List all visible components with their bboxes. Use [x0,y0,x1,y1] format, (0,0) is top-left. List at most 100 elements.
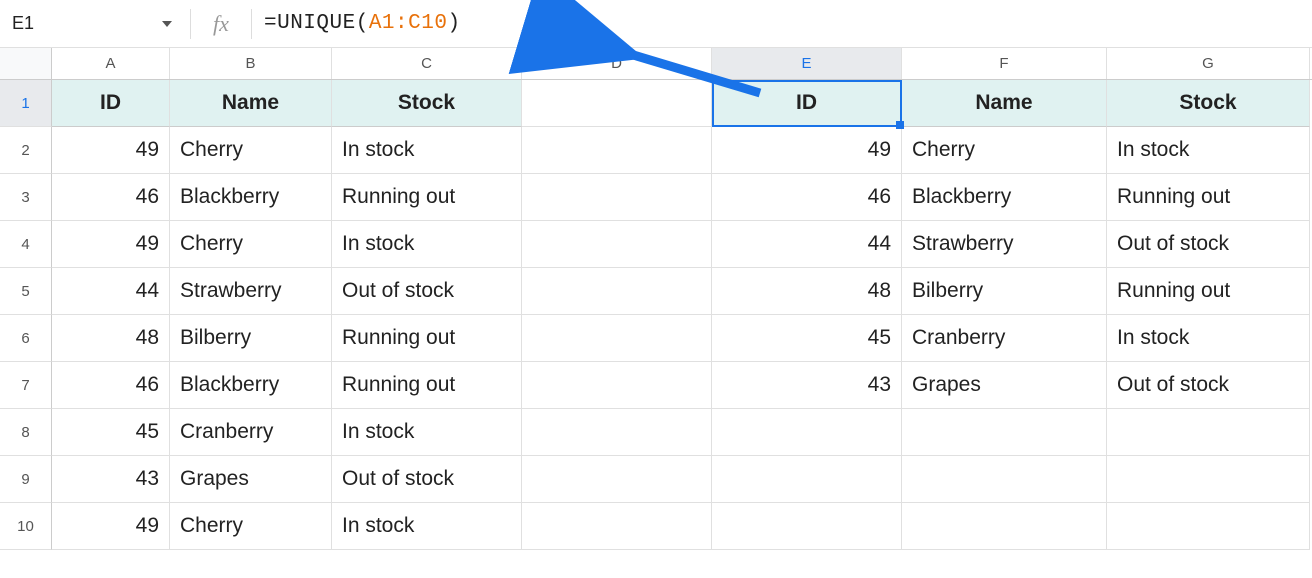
cell-G1[interactable]: Stock [1107,80,1310,127]
cell-D3[interactable] [522,174,712,221]
cell-B4[interactable]: Cherry [170,221,332,268]
cell-G9[interactable] [1107,456,1310,503]
cell-C10[interactable]: In stock [332,503,522,550]
cell-C4[interactable]: In stock [332,221,522,268]
cell-C9[interactable]: Out of stock [332,456,522,503]
row-header-4[interactable]: 4 [0,221,52,268]
cell-B10[interactable]: Cherry [170,503,332,550]
cell-G3[interactable]: Running out [1107,174,1310,221]
cell-A3[interactable]: 46 [52,174,170,221]
cell-G4[interactable]: Out of stock [1107,221,1310,268]
cell-F4[interactable]: Strawberry [902,221,1107,268]
cell-E3[interactable]: 46 [712,174,902,221]
cell-F1[interactable]: Name [902,80,1107,127]
cell-A8[interactable]: 45 [52,409,170,456]
cell-B6[interactable]: Bilberry [170,315,332,362]
cell-E10[interactable] [712,503,902,550]
cell-A9[interactable]: 43 [52,456,170,503]
cell-G5[interactable]: Running out [1107,268,1310,315]
fx-icon: fx [191,11,251,37]
cell-C1[interactable]: Stock [332,80,522,127]
cell-B9[interactable]: Grapes [170,456,332,503]
cell-A2[interactable]: 49 [52,127,170,174]
cell-D5[interactable] [522,268,712,315]
select-all-corner[interactable] [0,48,52,79]
row-header-9[interactable]: 9 [0,456,52,503]
cell-B7[interactable]: Blackberry [170,362,332,409]
cell-E1[interactable]: ID [712,80,902,127]
row-5: 5 44 Strawberry Out of stock 48 Bilberry… [0,268,1312,315]
cell-F8[interactable] [902,409,1107,456]
col-header-G[interactable]: G [1107,48,1310,79]
cell-E2[interactable]: 49 [712,127,902,174]
cell-E8[interactable] [712,409,902,456]
row-4: 4 49 Cherry In stock 44 Strawberry Out o… [0,221,1312,268]
cell-F7[interactable]: Grapes [902,362,1107,409]
col-header-D[interactable]: D [522,48,712,79]
cell-F9[interactable] [902,456,1107,503]
row-header-2[interactable]: 2 [0,127,52,174]
cell-F3[interactable]: Blackberry [902,174,1107,221]
cell-A10[interactable]: 49 [52,503,170,550]
cell-D8[interactable] [522,409,712,456]
row-header-1[interactable]: 1 [0,80,52,127]
col-header-C[interactable]: C [332,48,522,79]
cell-C5[interactable]: Out of stock [332,268,522,315]
row-10: 10 49 Cherry In stock [0,503,1312,550]
row-8: 8 45 Cranberry In stock [0,409,1312,456]
cell-D1[interactable] [522,80,712,127]
cell-G10[interactable] [1107,503,1310,550]
name-box-dropdown[interactable] [110,21,190,27]
cell-B2[interactable]: Cherry [170,127,332,174]
cell-E4[interactable]: 44 [712,221,902,268]
cell-C7[interactable]: Running out [332,362,522,409]
cell-E6[interactable]: 45 [712,315,902,362]
row-6: 6 48 Bilberry Running out 45 Cranberry I… [0,315,1312,362]
col-header-A[interactable]: A [52,48,170,79]
cell-C2[interactable]: In stock [332,127,522,174]
cell-D6[interactable] [522,315,712,362]
cell-F6[interactable]: Cranberry [902,315,1107,362]
cell-B3[interactable]: Blackberry [170,174,332,221]
name-box[interactable]: E1 [0,13,110,34]
cell-F2[interactable]: Cherry [902,127,1107,174]
col-header-F[interactable]: F [902,48,1107,79]
cell-G7[interactable]: Out of stock [1107,362,1310,409]
cell-G8[interactable] [1107,409,1310,456]
row-3: 3 46 Blackberry Running out 46 Blackberr… [0,174,1312,221]
col-header-B[interactable]: B [170,48,332,79]
row-header-5[interactable]: 5 [0,268,52,315]
cell-E7[interactable]: 43 [712,362,902,409]
cell-C3[interactable]: Running out [332,174,522,221]
formula-input[interactable]: =UNIQUE(A1:C10) [252,12,1312,35]
col-header-E[interactable]: E [712,48,902,79]
cell-D2[interactable] [522,127,712,174]
cell-G2[interactable]: In stock [1107,127,1310,174]
cell-A1[interactable]: ID [52,80,170,127]
cell-B1[interactable]: Name [170,80,332,127]
row-2: 2 49 Cherry In stock 49 Cherry In stock [0,127,1312,174]
row-header-8[interactable]: 8 [0,409,52,456]
cell-G6[interactable]: In stock [1107,315,1310,362]
cell-D4[interactable] [522,221,712,268]
cell-A5[interactable]: 44 [52,268,170,315]
cell-A7[interactable]: 46 [52,362,170,409]
cell-D9[interactable] [522,456,712,503]
cell-D7[interactable] [522,362,712,409]
row-header-7[interactable]: 7 [0,362,52,409]
cell-B8[interactable]: Cranberry [170,409,332,456]
cell-F10[interactable] [902,503,1107,550]
cell-E9[interactable] [712,456,902,503]
row-header-6[interactable]: 6 [0,315,52,362]
cell-C6[interactable]: Running out [332,315,522,362]
row-header-3[interactable]: 3 [0,174,52,221]
cell-A4[interactable]: 49 [52,221,170,268]
cell-A6[interactable]: 48 [52,315,170,362]
cell-B5[interactable]: Strawberry [170,268,332,315]
cell-F5[interactable]: Bilberry [902,268,1107,315]
cell-C8[interactable]: In stock [332,409,522,456]
cell-E5[interactable]: 48 [712,268,902,315]
cell-D10[interactable] [522,503,712,550]
row-header-10[interactable]: 10 [0,503,52,550]
spreadsheet-grid[interactable]: A B C D E F G 1 ID Name Stock ID Name St… [0,48,1312,550]
